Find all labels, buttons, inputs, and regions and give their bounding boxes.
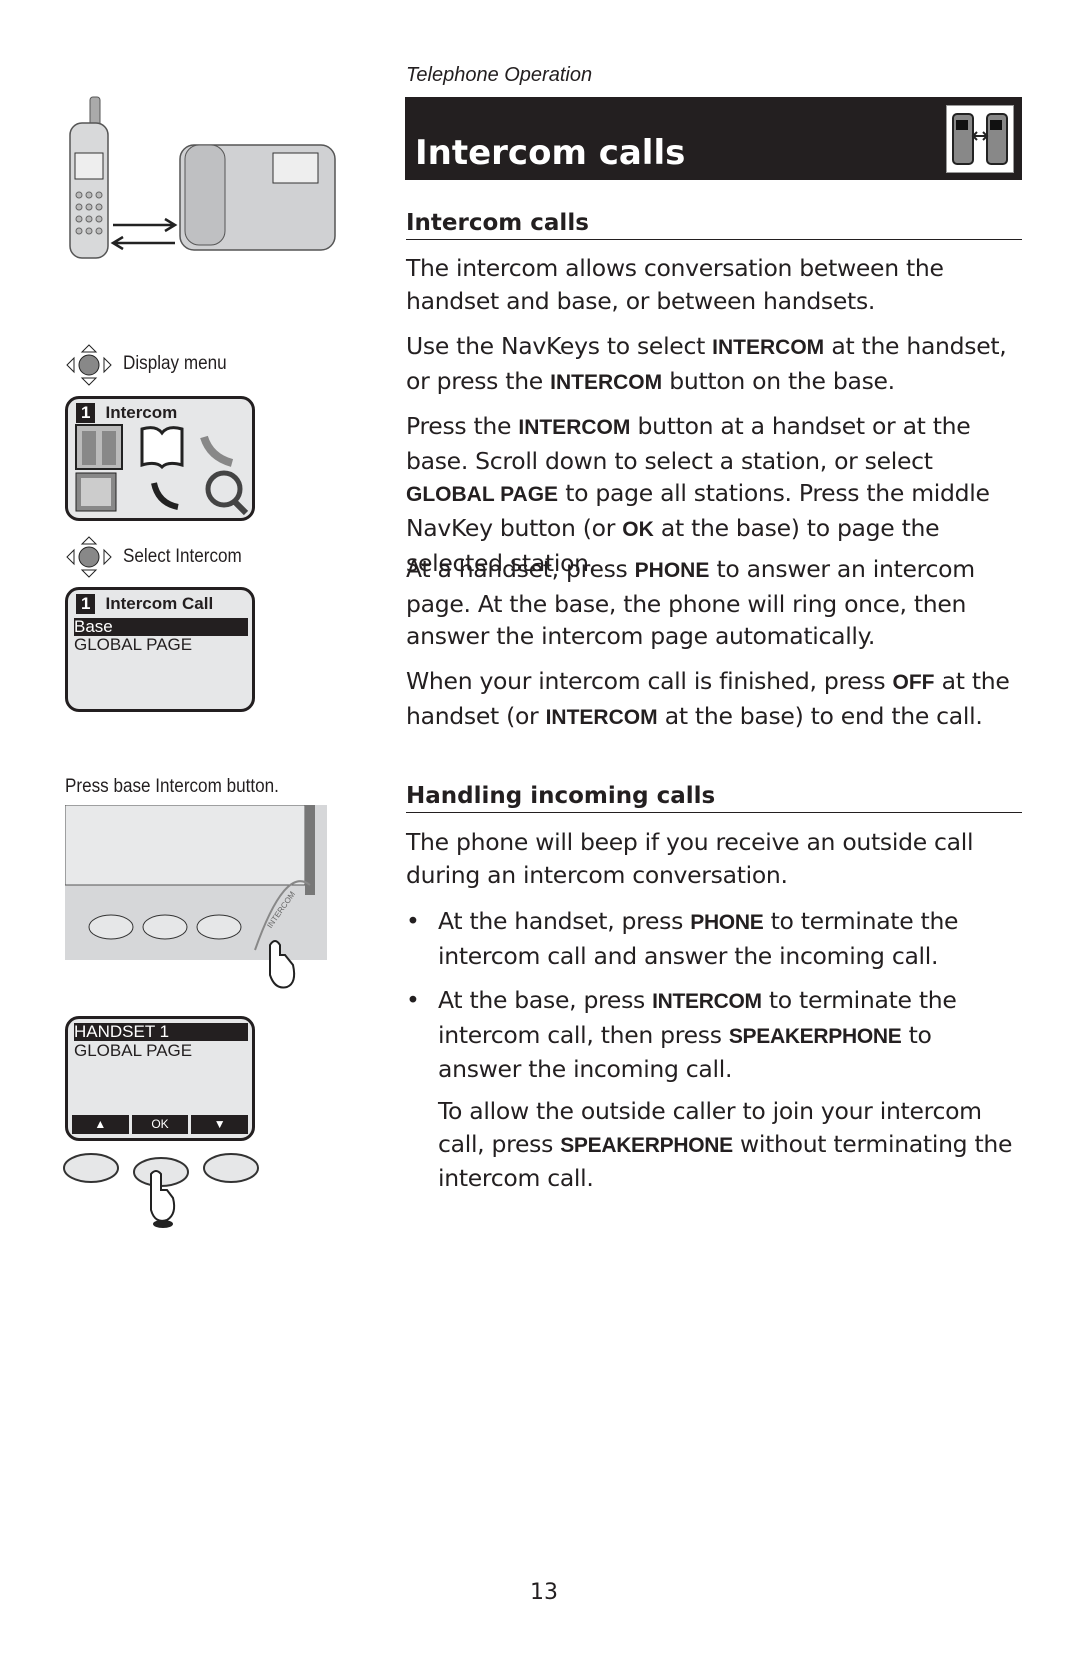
section-heading-incoming: Handling incoming calls — [406, 783, 1022, 813]
step-press-base: Press base Intercom button. — [65, 776, 279, 797]
title-bar: Intercom calls — [405, 97, 1022, 180]
section-label: Telephone Operation — [406, 64, 593, 86]
lcd-screen-intercom-call: 1 Intercom Call Base GLOBAL PAGE — [65, 587, 255, 712]
row: GLOBAL PAGE — [74, 1041, 193, 1060]
softkey-down[interactable]: ▼ — [191, 1115, 249, 1134]
selected-row: HANDSET 1 — [74, 1023, 248, 1041]
selected-row: Base — [74, 618, 248, 636]
step-display-menu: Display menu — [123, 353, 227, 374]
section-heading-intercom: Intercom calls — [406, 210, 1022, 240]
navkey-icon — [65, 535, 113, 583]
handset-and-base-illustration — [65, 95, 340, 269]
paragraph: Use the NavKeys to select INTERCOM at th… — [406, 332, 1007, 395]
page-number: 13 — [530, 1580, 558, 1605]
softkey-ok[interactable]: OK — [131, 1115, 189, 1134]
lcd-screen-menu: 1 Intercom — [65, 396, 255, 521]
row: GLOBAL PAGE — [74, 635, 193, 654]
softkey-buttons-illustration — [63, 1150, 263, 1232]
paragraph: At a handset, press PHONE to answer an i… — [406, 555, 975, 651]
navkey-icon — [65, 343, 113, 391]
menu-icons — [75, 424, 249, 515]
paragraph: The phone will beep if you receive an ou… — [406, 828, 974, 889]
lcd-screen-handset: HANDSET 1 GLOBAL PAGE ▲ OK ▼ — [65, 1016, 255, 1141]
softkey-up[interactable]: ▲ — [72, 1115, 129, 1134]
step-select-intercom: Select Intercom — [123, 546, 242, 567]
page-title: Intercom calls — [415, 133, 686, 173]
paragraph: The intercom allows conversation between… — [406, 254, 944, 315]
base-intercom-illustration: INTERCOM — [64, 804, 327, 999]
intercom-handsets-icon — [946, 105, 1014, 173]
paragraph: When your intercom call is finished, pre… — [406, 667, 1010, 730]
